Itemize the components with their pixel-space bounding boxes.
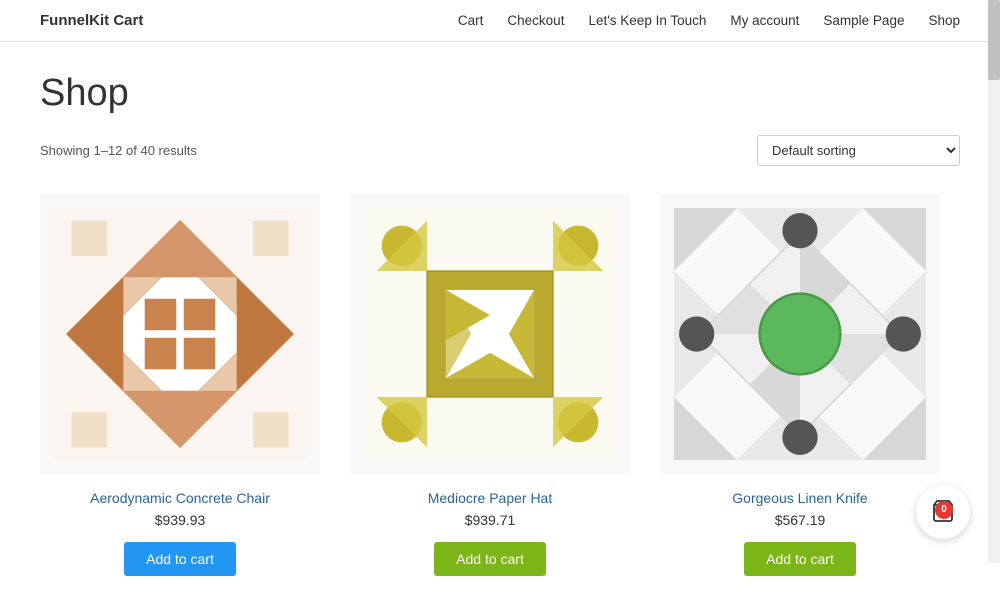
- nav-cart[interactable]: Cart: [458, 13, 484, 28]
- nav-shop[interactable]: Shop: [928, 13, 960, 28]
- nav-sample-page[interactable]: Sample Page: [823, 13, 904, 28]
- add-to-cart-btn-2[interactable]: Add to cart: [434, 542, 546, 576]
- cart-icon-wrap: 0: [931, 499, 955, 526]
- product-card-2: Mediocre Paper Hat $939.71 Add to cart: [350, 194, 630, 576]
- sort-select[interactable]: Default sortingSort by popularitySort by…: [757, 135, 960, 166]
- product-image-2: [350, 194, 630, 474]
- scrollbar-thumb: [988, 0, 1000, 80]
- product-price-1: $939.93: [155, 512, 206, 528]
- product-price-2: $939.71: [465, 512, 516, 528]
- product-price-3: $567.19: [775, 512, 826, 528]
- main-nav: Cart Checkout Let's Keep In Touch My acc…: [458, 13, 960, 28]
- nav-keep-in-touch[interactable]: Let's Keep In Touch: [588, 13, 706, 28]
- results-bar: Showing 1–12 of 40 results Default sorti…: [40, 135, 960, 166]
- cart-badge: 0: [935, 501, 953, 519]
- logo: FunnelKit Cart: [40, 12, 143, 29]
- main-content: Shop Showing 1–12 of 40 results Default …: [0, 42, 1000, 616]
- product-name-2[interactable]: Mediocre Paper Hat: [428, 490, 553, 506]
- page-title: Shop: [40, 72, 960, 115]
- product-card-1: Aerodynamic Concrete Chair $939.93 Add t…: [40, 194, 320, 576]
- product-image-3: [660, 194, 940, 474]
- header: FunnelKit Cart Cart Checkout Let's Keep …: [0, 0, 1000, 42]
- nav-checkout[interactable]: Checkout: [507, 13, 564, 28]
- scrollbar[interactable]: [988, 0, 1000, 563]
- product-name-3[interactable]: Gorgeous Linen Knife: [732, 490, 867, 506]
- product-image-1: [40, 194, 320, 474]
- product-card-3: Gorgeous Linen Knife $567.19 Add to cart: [660, 194, 940, 576]
- products-grid: Aerodynamic Concrete Chair $939.93 Add t…: [40, 194, 960, 576]
- nav-my-account[interactable]: My account: [730, 13, 799, 28]
- product-name-1[interactable]: Aerodynamic Concrete Chair: [90, 490, 270, 506]
- add-to-cart-btn-1[interactable]: Add to cart: [124, 542, 236, 576]
- cart-float-button[interactable]: 0: [916, 485, 970, 539]
- results-text: Showing 1–12 of 40 results: [40, 143, 197, 158]
- add-to-cart-btn-3[interactable]: Add to cart: [744, 542, 856, 576]
